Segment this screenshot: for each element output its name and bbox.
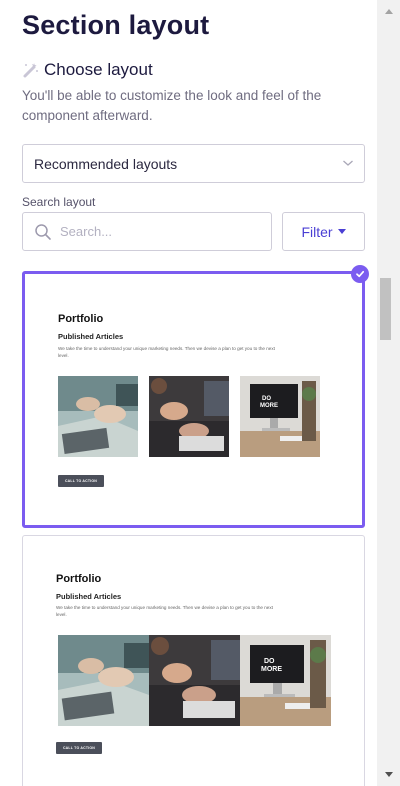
filter-button[interactable]: Filter bbox=[282, 212, 365, 251]
search-icon bbox=[35, 223, 51, 240]
chevron-down-icon bbox=[343, 160, 353, 166]
meeting-hands-photo bbox=[149, 635, 240, 726]
filter-button-label: Filter bbox=[301, 223, 333, 240]
search-layout-input[interactable] bbox=[60, 224, 240, 239]
choose-layout-heading: Choose layout bbox=[22, 60, 153, 80]
search-layout-label: Search layout bbox=[22, 195, 96, 209]
layout-card-portfolio-1[interactable]: Portfolio Published Articles We take the… bbox=[22, 271, 365, 528]
card-text: We take the time to understand your uniq… bbox=[56, 605, 273, 617]
caret-down-icon bbox=[337, 229, 346, 234]
card-subtitle: Published Articles bbox=[58, 332, 124, 341]
card-cta-button: CALL TO ACTION bbox=[58, 475, 104, 487]
section-layout-panel: Section layout Choose layout You'll be a… bbox=[0, 0, 377, 786]
card-subtitle: Published Articles bbox=[56, 592, 122, 601]
layout-category-value: Recommended layouts bbox=[34, 155, 178, 172]
laptop-hands-photo bbox=[58, 376, 138, 457]
check-circle-icon bbox=[351, 265, 369, 283]
card-title: Portfolio bbox=[58, 313, 104, 325]
scroll-up-arrow-icon[interactable] bbox=[385, 9, 393, 14]
card-title: Portfolio bbox=[56, 573, 102, 585]
layout-category-select[interactable]: Recommended layouts bbox=[22, 144, 365, 183]
svg-text:DO: DO bbox=[264, 658, 275, 665]
choose-layout-title: Choose layout bbox=[44, 60, 153, 79]
page-title: Section layout bbox=[22, 10, 210, 40]
choose-layout-description: You'll be able to customize the look and… bbox=[22, 88, 322, 123]
meeting-hands-photo bbox=[149, 376, 229, 457]
scrollbar-thumb[interactable] bbox=[380, 278, 391, 340]
card-cta-button: CALL TO ACTION bbox=[56, 742, 102, 754]
svg-text:MORE: MORE bbox=[260, 403, 278, 409]
svg-text:DO: DO bbox=[262, 396, 271, 402]
layout-card-portfolio-2[interactable]: Portfolio Published Articles We take the… bbox=[22, 535, 365, 786]
desk-monitor-photo: DO MORE bbox=[240, 376, 320, 457]
card-text: We take the time to understand your uniq… bbox=[58, 346, 275, 358]
scroll-down-arrow-icon[interactable] bbox=[385, 772, 393, 777]
laptop-hands-photo bbox=[58, 635, 149, 726]
desk-monitor-photo: DO MORE bbox=[240, 635, 331, 726]
magic-wand-icon bbox=[23, 63, 38, 78]
svg-text:MORE: MORE bbox=[261, 666, 282, 673]
search-layout-field[interactable] bbox=[22, 212, 272, 251]
vertical-scrollbar[interactable] bbox=[377, 0, 400, 786]
